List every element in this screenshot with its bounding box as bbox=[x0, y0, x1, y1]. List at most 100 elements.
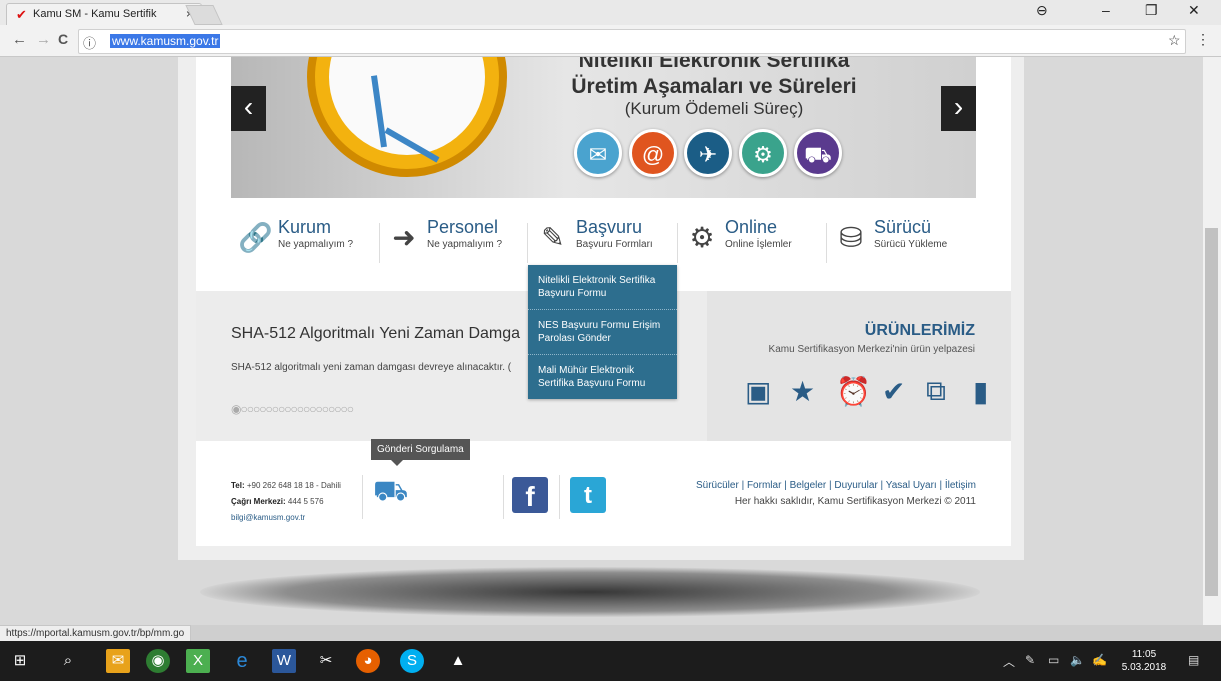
send-mail-icon: ✈ bbox=[684, 129, 732, 177]
clock-time: 11:05 bbox=[1131, 649, 1157, 660]
word-icon[interactable]: W bbox=[272, 649, 296, 673]
footer-link-iletisim[interactable]: İletişim bbox=[945, 480, 976, 491]
dropdown-item-nes-password[interactable]: NES Başvuru Formu Erişim Parolası Gönder bbox=[528, 310, 677, 355]
pen-icon[interactable]: ✎ bbox=[1025, 653, 1035, 667]
dropdown-item-nes-form[interactable]: Nitelikli Elektronik Sertifika Başvuru F… bbox=[528, 265, 677, 310]
timestamp-icon[interactable]: ⏰ bbox=[836, 375, 871, 408]
clock-date: 5.03.2018 bbox=[1121, 662, 1167, 673]
scrollbar-thumb[interactable] bbox=[1205, 228, 1218, 596]
nav-personel-sub: Ne yapmalıyım ? bbox=[427, 239, 503, 250]
footer-divider bbox=[503, 475, 504, 519]
nav-kurum[interactable]: 🔗 Kurum Ne yapmalıyım ? bbox=[238, 217, 378, 265]
code-signing-icon[interactable]: ⧉ bbox=[926, 375, 946, 408]
app-tray-icon[interactable]: ✍ bbox=[1092, 653, 1107, 667]
slider-prev-button[interactable]: ‹ bbox=[231, 86, 266, 131]
footer-link-suruculer[interactable]: Sürücüler bbox=[696, 480, 739, 491]
tracking-tooltip: Gönderi Sorgulama bbox=[371, 439, 470, 466]
settings-gears-icon: ⚙ bbox=[739, 129, 787, 177]
taskbar-clock[interactable]: 11:05 5.03.2018 bbox=[1118, 648, 1170, 674]
window-close-icon[interactable]: ✕ bbox=[1188, 2, 1200, 19]
firefox-icon[interactable]: ◕ bbox=[356, 649, 380, 673]
application-form-icon: ✉ bbox=[574, 129, 622, 177]
bookmark-star-icon[interactable]: ☆ bbox=[1168, 32, 1181, 49]
notifications-icon[interactable]: ▤ bbox=[1188, 653, 1199, 667]
page-viewport: Nitelikli Elektronik Sertifika Üretim Aş… bbox=[0, 57, 1203, 625]
footer-link-yasal-uyari[interactable]: Yasal Uyarı bbox=[886, 480, 937, 491]
site-info-icon[interactable]: ⓘ bbox=[83, 33, 96, 52]
contact-info: Tel: +90 262 648 18 18 - Dahili Çağrı Me… bbox=[231, 478, 341, 526]
nav-online-title: Online bbox=[725, 217, 778, 237]
tab-strip: ✔ Kamu SM - Kamu Sertifik × ⊖ – ❐ ✕ bbox=[0, 0, 1221, 26]
banner-slider[interactable]: Nitelikli Elektronik Sertifika Üretim Aş… bbox=[231, 57, 976, 198]
twitter-icon[interactable]: t bbox=[570, 477, 606, 513]
tel-label: Tel: bbox=[231, 481, 245, 490]
network-icon[interactable]: ▭ bbox=[1048, 653, 1059, 667]
check-clock-icon[interactable]: ✔ bbox=[882, 375, 905, 408]
nav-surucu[interactable]: ⛁ Sürücü Sürücü Yükleme bbox=[834, 217, 974, 265]
nav-divider bbox=[379, 223, 380, 263]
footer-link-duyurular[interactable]: Duyurular bbox=[834, 480, 877, 491]
nav-basvuru-title: Başvuru bbox=[576, 217, 643, 237]
back-icon[interactable]: ← bbox=[12, 31, 27, 48]
basvuru-dropdown-menu: Nitelikli Elektronik Sertifika Başvuru F… bbox=[528, 265, 677, 399]
products-panel bbox=[707, 291, 1011, 441]
tab-title: Kamu SM - Kamu Sertifik bbox=[33, 8, 157, 20]
footer-link-belgeler[interactable]: Belgeler bbox=[790, 480, 827, 491]
forward-icon[interactable]: → bbox=[36, 31, 51, 48]
banner-subtitle: (Kurum Ödemeli Süreç) bbox=[624, 99, 804, 118]
photos-icon[interactable]: ▲ bbox=[446, 649, 470, 673]
form-pen-icon: ✎ bbox=[541, 222, 565, 253]
banner-title-line1: Nitelikli Elektronik Sertifika bbox=[578, 57, 850, 72]
nav-basvuru[interactable]: ✎ Başvuru Başvuru Formları bbox=[536, 217, 676, 265]
email-icon: @ bbox=[629, 129, 677, 177]
url-text[interactable]: www.kamusm.gov.tr bbox=[110, 34, 221, 48]
nav-basvuru-sub: Başvuru Formları bbox=[576, 239, 653, 250]
copyright-text: Her hakkı saklıdır, Kamu Sertifikasyon M… bbox=[734, 496, 976, 507]
outlook-icon[interactable]: ✉ bbox=[106, 649, 130, 673]
nav-online[interactable]: ⚙ Online Online İşlemler bbox=[685, 217, 825, 265]
news-title[interactable]: SHA-512 Algoritmalı Yeni Zaman Damga bbox=[231, 325, 561, 343]
windows-start-icon[interactable]: ⊞ bbox=[8, 649, 32, 673]
products-subtitle: Kamu Sertifikasyon Merkezi'nin ürün yelp… bbox=[768, 344, 975, 355]
slider-next-button[interactable]: › bbox=[941, 86, 976, 131]
facebook-icon[interactable]: f bbox=[512, 477, 548, 513]
volume-icon[interactable]: 🔈 bbox=[1070, 653, 1085, 667]
nav-personel-title: Personel bbox=[427, 217, 499, 237]
call-center-label: Çağrı Merkezi: bbox=[231, 497, 286, 506]
news-pagination[interactable]: ◉○○○○○○○○○○○○○○○○○○ bbox=[231, 402, 354, 416]
minimize-icon[interactable]: – bbox=[1102, 2, 1110, 18]
delivery-truck-icon: ⛟ bbox=[794, 129, 842, 177]
star-icon[interactable]: ★ bbox=[790, 375, 815, 408]
menu-icon[interactable]: ⋮ bbox=[1196, 31, 1210, 48]
restore-icon[interactable]: ❐ bbox=[1145, 2, 1158, 19]
chrome-icon[interactable]: ◉ bbox=[146, 649, 170, 673]
page-shadow bbox=[200, 567, 980, 617]
site-favicon-icon: ✔ bbox=[16, 7, 27, 22]
footer-links: Sürücüler | Formlar | Belgeler | Duyurul… bbox=[695, 480, 976, 491]
footer-link-formlar[interactable]: Formlar bbox=[747, 480, 781, 491]
nav-online-sub: Online İşlemler bbox=[725, 239, 792, 250]
nav-divider bbox=[677, 223, 678, 263]
excel-icon[interactable]: X bbox=[186, 649, 210, 673]
snipping-tool-icon[interactable]: ✂ bbox=[314, 649, 338, 673]
nav-surucu-title: Sürücü bbox=[874, 217, 932, 237]
tray-expand-icon[interactable]: ︿ bbox=[1003, 653, 1015, 670]
nav-kurum-title: Kurum bbox=[278, 217, 332, 237]
profile-icon[interactable]: ⊖ bbox=[1036, 2, 1048, 19]
browser-tab[interactable]: ✔ Kamu SM - Kamu Sertifik × bbox=[6, 3, 202, 26]
dropdown-item-mali-muhur[interactable]: Mali Mühür Elektronik Sertifika Başvuru … bbox=[528, 355, 677, 399]
certificate-add-icon[interactable]: ▣ bbox=[745, 375, 771, 408]
internet-explorer-icon[interactable]: e bbox=[230, 649, 254, 673]
nav-kurum-sub: Ne yapmalıyım ? bbox=[278, 239, 354, 250]
news-text: SHA-512 algoritmalı yeni zaman damgası d… bbox=[231, 362, 512, 373]
email-link[interactable]: bilgi@kamusm.gov.tr bbox=[231, 513, 305, 522]
search-icon[interactable]: ⌕ bbox=[56, 649, 80, 673]
skype-icon[interactable]: S bbox=[400, 649, 424, 673]
nav-personel[interactable]: ➜ Personel Ne yapmalıyım ? bbox=[387, 217, 527, 265]
card-reader-icon[interactable]: ▮ bbox=[973, 375, 988, 408]
url-input[interactable]: ⓘ www.kamusm.gov.tr bbox=[78, 29, 1186, 54]
shipment-truck-icon[interactable]: ⛟ bbox=[373, 475, 408, 511]
gears-icon: ⚙ bbox=[689, 222, 715, 253]
tel-value: +90 262 648 18 18 - Dahili bbox=[246, 481, 341, 490]
reload-icon[interactable]: C bbox=[58, 31, 68, 47]
